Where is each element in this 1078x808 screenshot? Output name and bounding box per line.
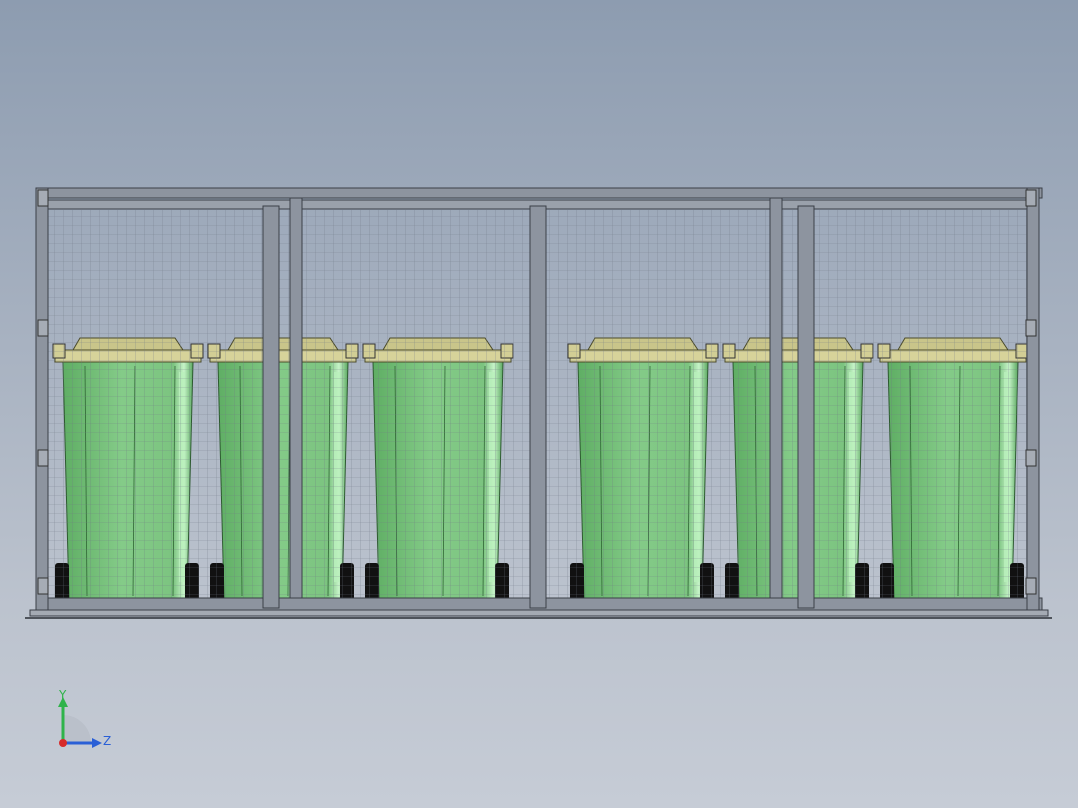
cage-post — [529, 205, 547, 609]
post-bracket — [37, 319, 49, 337]
cage-post — [797, 205, 815, 609]
post-bracket — [37, 449, 49, 467]
post-bracket — [37, 189, 49, 207]
view-orientation-triad: Y Z — [58, 688, 111, 748]
x-axis-dot-icon — [59, 739, 67, 747]
z-axis-head-icon — [92, 738, 102, 748]
post-bracket — [1025, 319, 1037, 337]
cage-post — [262, 205, 280, 609]
base-plate — [29, 609, 1049, 617]
post-bracket — [1025, 189, 1037, 207]
cage-post — [769, 197, 783, 599]
right-end-post — [1026, 187, 1040, 611]
cage-post — [289, 197, 303, 599]
z-axis-label: Z — [103, 734, 111, 748]
triad-quadrant — [63, 715, 91, 743]
top-rail — [35, 187, 1043, 199]
left-end-post — [35, 187, 49, 611]
post-bracket — [1025, 449, 1037, 467]
post-bracket — [1025, 577, 1037, 595]
post-bracket — [37, 577, 49, 595]
y-axis-label: Y — [58, 688, 67, 702]
cad-viewport[interactable] — [0, 0, 1078, 808]
